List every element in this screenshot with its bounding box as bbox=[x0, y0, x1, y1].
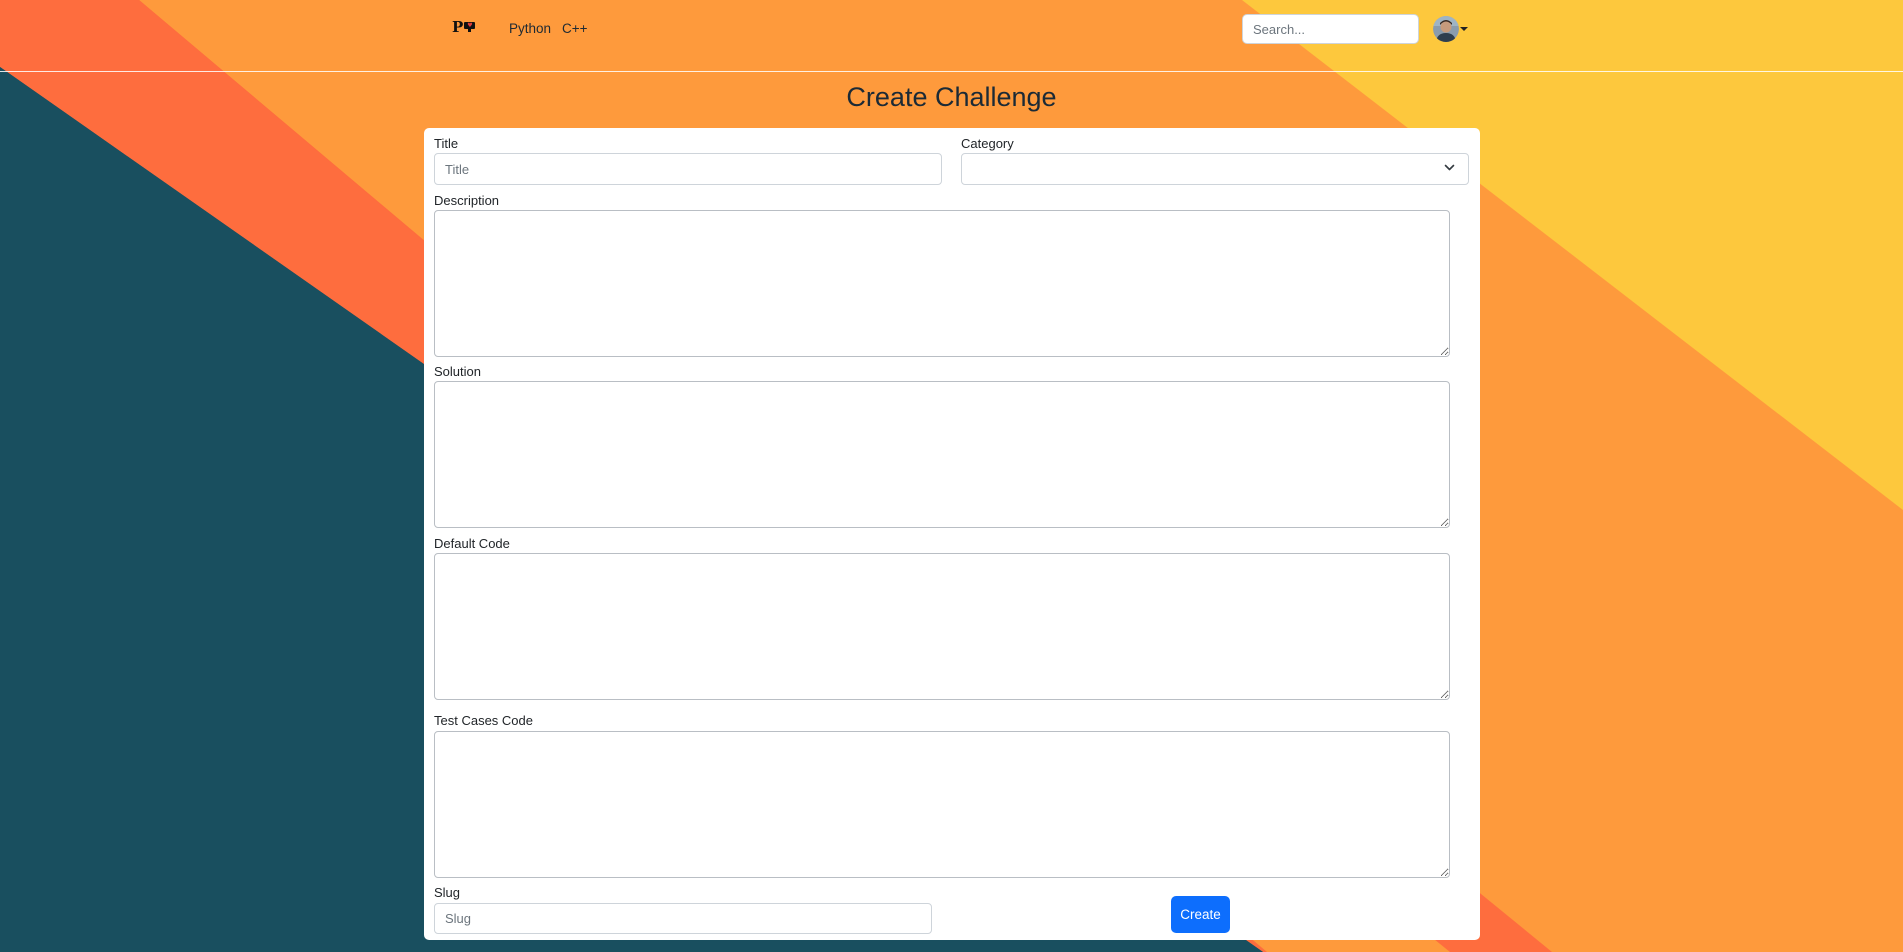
user-menu-toggle[interactable] bbox=[1433, 16, 1468, 42]
title-label: Title bbox=[434, 136, 459, 151]
nav-link-cpp[interactable]: C++ bbox=[562, 21, 588, 36]
slug-label: Slug bbox=[434, 885, 461, 900]
nav-link-python[interactable]: Python bbox=[509, 21, 551, 36]
default-code-label: Default Code bbox=[434, 536, 510, 551]
create-challenge-form: Title Category Description Solution Defa… bbox=[424, 128, 1480, 940]
title-input[interactable] bbox=[434, 153, 942, 185]
search-input[interactable] bbox=[1242, 14, 1419, 44]
default-code-textarea[interactable] bbox=[434, 553, 1450, 700]
description-label: Description bbox=[434, 193, 500, 208]
brand-letter: P bbox=[452, 18, 464, 36]
create-button[interactable]: Create bbox=[1171, 896, 1230, 933]
solution-textarea[interactable] bbox=[434, 381, 1450, 528]
monitor-heart-icon: ♥ bbox=[464, 22, 476, 32]
description-textarea[interactable] bbox=[434, 210, 1450, 357]
category-label: Category bbox=[961, 136, 1014, 151]
top-navbar: P ♥ Python C++ bbox=[0, 0, 1903, 72]
test-cases-label: Test Cases Code bbox=[434, 713, 533, 728]
test-cases-textarea[interactable] bbox=[434, 731, 1450, 878]
caret-down-icon bbox=[1460, 27, 1468, 31]
category-select[interactable] bbox=[961, 153, 1469, 185]
slug-input[interactable] bbox=[434, 903, 932, 934]
brand-logo[interactable]: P ♥ bbox=[452, 18, 476, 36]
solution-label: Solution bbox=[434, 364, 481, 379]
user-avatar bbox=[1433, 16, 1459, 42]
page-title: Create Challenge bbox=[846, 82, 1057, 112]
